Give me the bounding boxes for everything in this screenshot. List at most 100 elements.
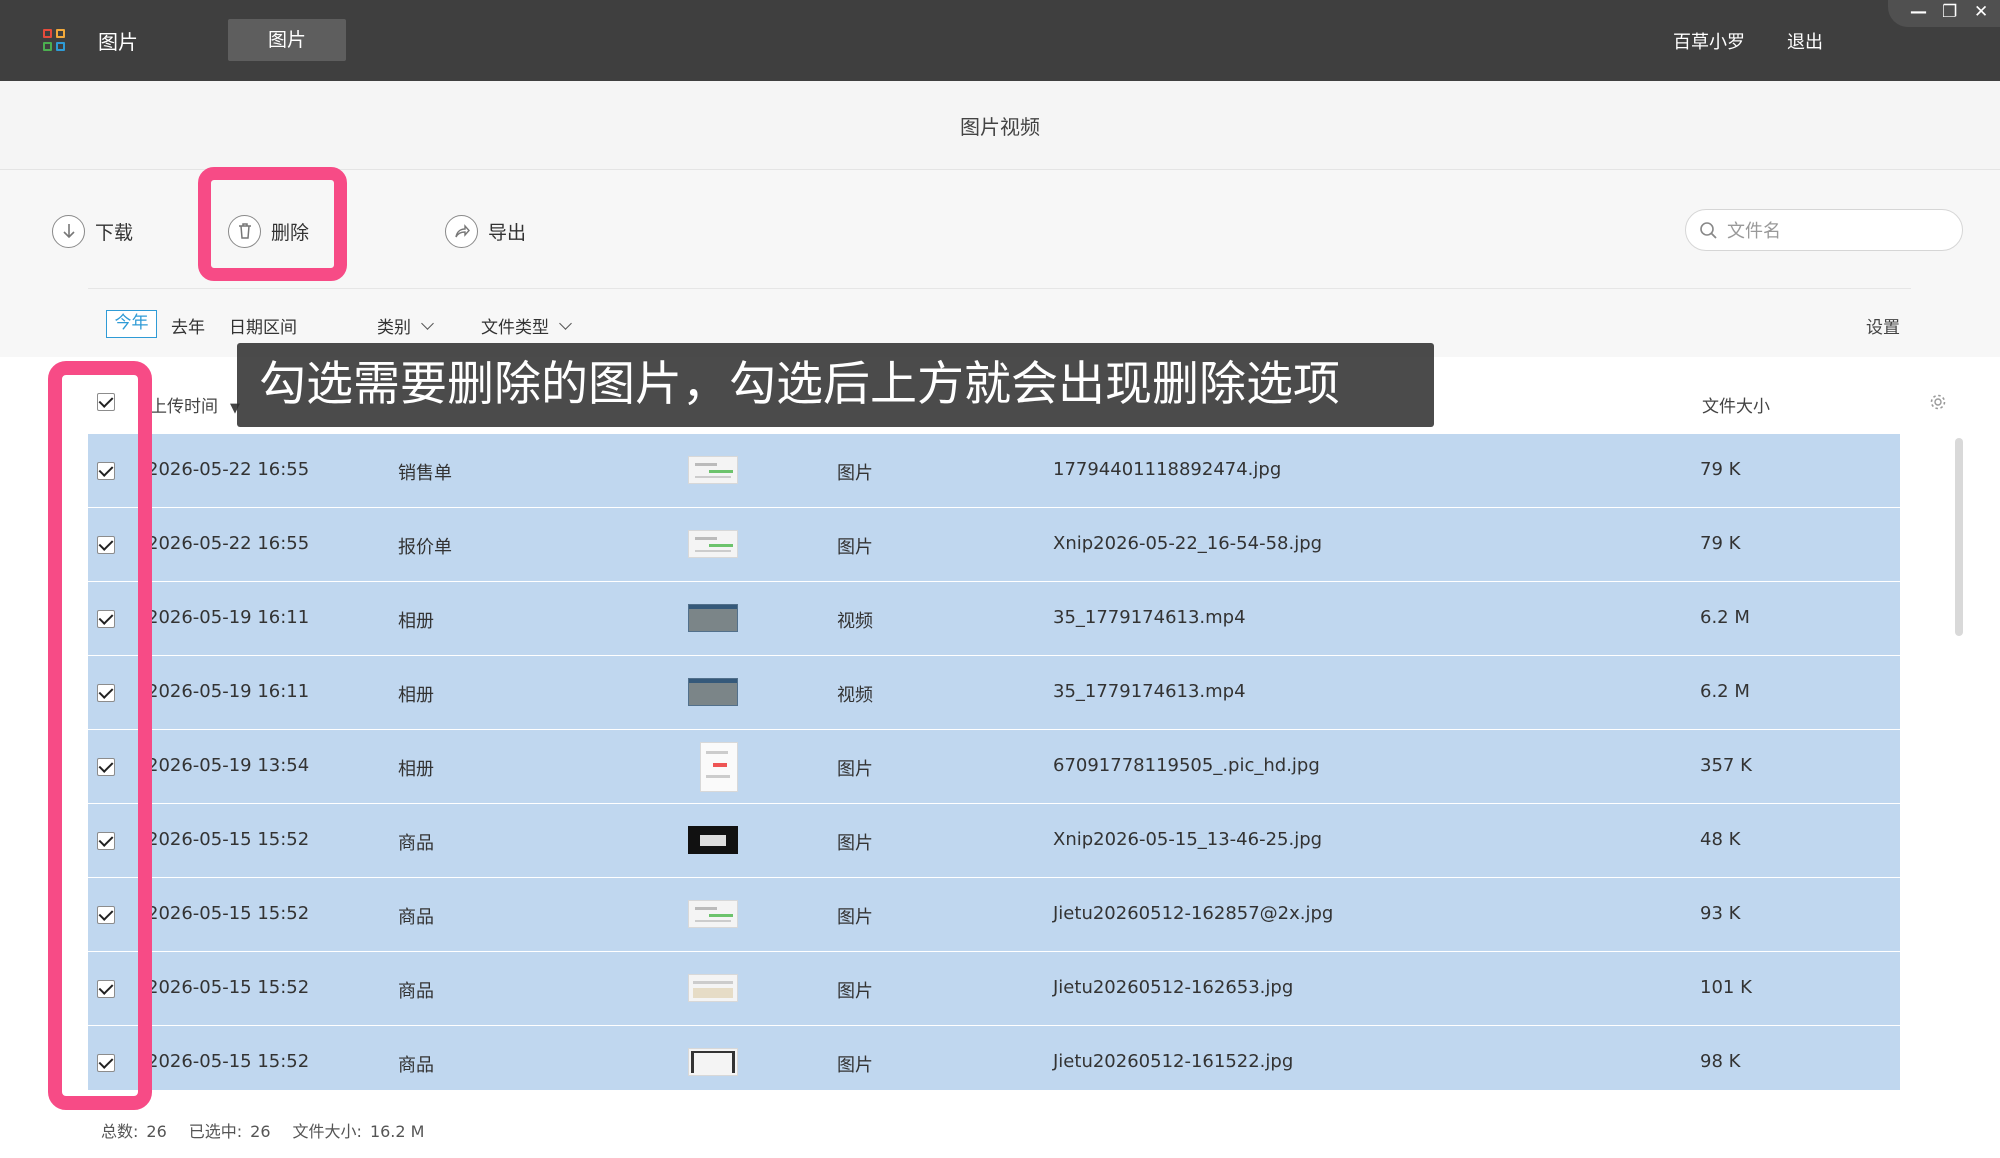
close-icon[interactable]: ✕ [1974,2,1988,22]
row-category: 相册 [398,685,434,706]
row-file-size: 79 K [1700,533,1741,554]
logout-button[interactable]: 退出 [1787,28,1823,54]
maximize-icon[interactable]: ❐ [1942,2,1957,22]
row-category: 相册 [398,611,434,632]
row-filename[interactable]: Jietu20260512-161522.jpg [1053,1051,1293,1072]
row-category: 商品 [398,1055,434,1076]
row-filename[interactable]: 67091778119505_.pic_hd.jpg [1053,755,1320,776]
column-settings-gear-icon[interactable] [1929,393,1947,411]
tutorial-caption: 勾选需要删除的图片，勾选后上方就会出现删除选项 [237,343,1434,427]
tab-images[interactable]: 图片 [228,19,346,61]
row-file-type: 视频 [837,611,873,632]
toolbar-divider [88,288,1911,289]
row-file-type: 图片 [837,833,873,854]
row-category: 商品 [398,981,434,1002]
total-value: 26 [146,1122,167,1141]
row-file-size: 101 K [1700,977,1752,998]
row-filename[interactable]: Xnip2026-05-15_13-46-25.jpg [1053,829,1322,850]
row-file-type: 图片 [837,907,873,928]
row-filename[interactable]: Jietu20260512-162653.jpg [1053,977,1293,998]
row-filename[interactable]: 17794401118892474.jpg [1053,459,1281,480]
table-row[interactable]: 2026-05-15 15:52 商品 图片 Jietu20260512-162653… [88,952,1900,1026]
row-thumbnail[interactable] [688,974,738,1002]
chevron-down-icon [559,316,572,330]
table-row[interactable]: 2026-05-19 13:54 相册 图片 67091778119505_.pic_… [88,730,1900,804]
row-file-type: 视频 [837,685,873,706]
row-filename[interactable]: Xnip2026-05-22_16-54-58.jpg [1053,533,1322,554]
header-file-size[interactable]: 文件大小 [1702,392,1770,417]
selected-value: 26 [250,1122,271,1141]
settings-link[interactable]: 设置 [1866,313,1900,338]
section-header: 图片视频 [0,81,2000,170]
row-upload-time: 2026-05-15 15:52 [147,977,310,998]
row-upload-time: 2026-05-15 15:52 [147,829,310,850]
filter-last-year[interactable]: 去年 [171,313,205,338]
row-filename[interactable]: 35_1779174613.mp4 [1053,607,1246,628]
row-file-type: 图片 [837,1055,873,1076]
row-category: 报价单 [398,537,452,558]
row-file-type: 图片 [837,463,873,484]
row-filename[interactable]: Jietu20260512-162857@2x.jpg [1053,903,1333,924]
selected-label: 已选中: [188,1122,243,1141]
row-file-size: 98 K [1700,1051,1741,1072]
row-category: 商品 [398,907,434,928]
table-row[interactable]: 2026-05-15 15:52 商品 图片 Jietu20260512-162857… [88,878,1900,952]
row-thumbnail[interactable] [688,900,738,928]
selected-count: 已选中: 26 [189,1118,281,1142]
row-file-size: 79 K [1700,459,1741,480]
filter-date-range-label: 日期区间 [229,318,297,338]
row-upload-time: 2026-05-19 16:11 [147,607,310,628]
total-label: 总数: [101,1122,139,1141]
filter-file-type-dropdown[interactable]: 文件类型 [481,313,572,338]
download-icon [52,214,85,248]
row-thumbnail[interactable] [688,604,738,632]
row-upload-time: 2026-05-22 16:55 [147,533,310,554]
search-box[interactable] [1685,209,1963,251]
header-upload-time-label: 上传时间 [150,397,218,417]
row-upload-time: 2026-05-19 13:54 [147,755,310,776]
filter-this-year[interactable]: 今年 [106,310,157,338]
filter-category-label: 类别 [377,318,411,338]
chevron-down-icon [421,316,434,330]
row-file-size: 6.2 M [1700,607,1750,628]
minimize-icon[interactable]: — [1910,2,1927,22]
size-label: 文件大小: [292,1122,362,1141]
app-grid-icon [43,29,65,51]
filter-category-dropdown[interactable]: 类别 [377,313,434,338]
row-category: 销售单 [398,463,452,484]
row-thumbnail[interactable] [688,826,738,854]
scrollbar-thumb[interactable] [1955,438,1963,636]
table-row[interactable]: 2026-05-15 15:52 商品 图片 Xnip2026-05-15_13-46… [88,804,1900,878]
download-label: 下载 [95,221,134,244]
table-row[interactable]: 2026-05-19 16:11 相册 视频 35_1779174613.mp4 6.2… [88,656,1900,730]
row-filename[interactable]: 35_1779174613.mp4 [1053,681,1246,702]
row-file-type: 图片 [837,759,873,780]
row-file-type: 图片 [837,537,873,558]
filter-last-year-label: 去年 [171,318,205,338]
search-input[interactable] [1727,219,1947,243]
table-row[interactable]: 2026-05-22 16:55 销售单 图片 17794401118892474.j… [88,434,1900,508]
search-icon [1700,222,1717,239]
table-row[interactable]: 2026-05-22 16:55 报价单 图片 Xnip2026-05-22_16-5… [88,508,1900,582]
row-upload-time: 2026-05-15 15:52 [147,1051,310,1072]
row-thumbnail[interactable] [688,456,738,484]
table-row[interactable]: 2026-05-19 16:11 相册 视频 35_1779174613.mp4 6.2… [88,582,1900,656]
export-button[interactable]: 导出 [445,213,526,249]
row-thumbnail[interactable] [700,742,738,792]
row-thumbnail[interactable] [688,530,738,558]
row-thumbnail[interactable] [688,678,738,706]
total-size: 文件大小: 16.2 M [293,1118,435,1142]
filter-date-range[interactable]: 日期区间 [229,313,297,338]
table-row[interactable]: 2026-05-15 15:52 商品 图片 Jietu20260512-161522… [88,1026,1900,1090]
row-thumbnail[interactable] [688,1048,738,1076]
status-footer: 总数: 26 已选中: 26 文件大小: 16.2 M [101,1118,434,1142]
row-upload-time: 2026-05-22 16:55 [147,459,310,480]
header-upload-time[interactable]: 上传时间 ▼ [150,392,240,417]
row-category: 相册 [398,759,434,780]
app-title: 图片 [98,30,138,54]
row-file-size: 6.2 M [1700,681,1750,702]
window-controls: — ❐ ✕ [1888,0,2000,27]
user-name[interactable]: 百草小罗 [1673,28,1745,54]
filter-file-type-label: 文件类型 [481,318,549,338]
download-button[interactable]: 下载 [52,213,133,249]
